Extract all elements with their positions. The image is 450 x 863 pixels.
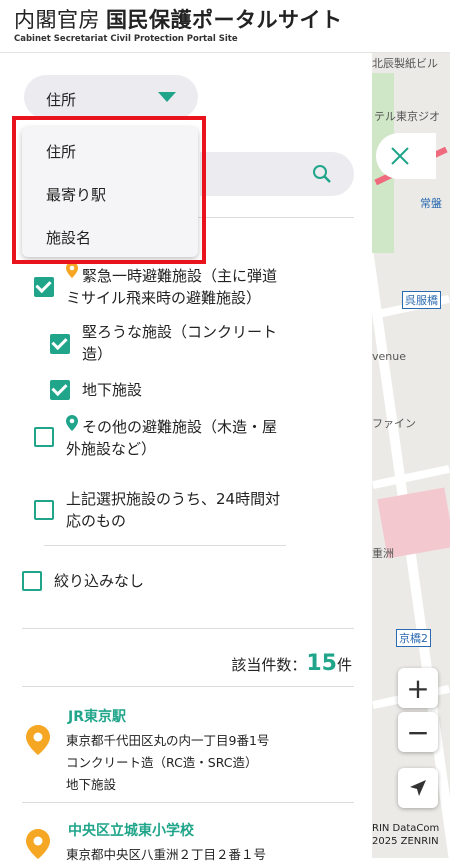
map-close-button[interactable] <box>376 133 436 179</box>
map-copyright: 2025 ZENRIN <box>372 836 439 847</box>
result-name[interactable]: JR東京駅 <box>68 706 126 726</box>
dropdown-arrow-icon <box>158 92 176 102</box>
result-count: 該当件数：15件 <box>231 651 352 676</box>
checkbox-other[interactable] <box>34 427 54 447</box>
result-address: 東京都中央区八重洲２丁目２番１号 <box>66 847 267 862</box>
title-prefix: 内閣官房 <box>14 8 100 32</box>
plus-icon: + <box>406 671 430 705</box>
label-no-filter: 絞り込みなし <box>54 572 145 590</box>
result-name[interactable]: 中央区立城東小学校 <box>68 820 194 840</box>
map-label: 北辰製紙ビル <box>372 57 438 70</box>
site-subtitle: Cabinet Secretariat Civil Protection Por… <box>14 34 238 44</box>
site-title[interactable]: 内閣官房 国民保護ポータルサイト <box>14 4 343 34</box>
map-label: 呉服橋 <box>402 291 441 309</box>
search-type-select[interactable]: 住所 <box>24 75 198 119</box>
checkbox-no-filter[interactable] <box>22 571 42 591</box>
result-structure: コンクリート造（RC造・SRC造） <box>66 755 258 770</box>
site-header: 内閣官房 国民保護ポータルサイト Cabinet Secretariat Civi… <box>0 0 450 53</box>
location-arrow-icon <box>410 780 426 796</box>
map-label: テル東京ジオ <box>374 110 440 123</box>
label-24h-2: 応のもの <box>66 512 127 530</box>
divider <box>22 686 354 687</box>
divider <box>22 802 354 803</box>
result-type: 地下施設 <box>66 777 117 792</box>
divider <box>22 628 354 629</box>
title-main: 国民保護ポータルサイト <box>106 8 343 32</box>
map-label: 重洲 <box>372 547 394 560</box>
label-sturdy-2: 造） <box>82 345 113 363</box>
pin-green-icon <box>66 415 78 431</box>
label-emergency-1: 緊急一時避難施設（主に弾道 <box>82 267 278 285</box>
label-sturdy-1: 堅ろうな施設（コンクリート <box>82 323 278 341</box>
result-count-label: 該当件数： <box>231 656 307 674</box>
label-other-2: 外施設など） <box>66 440 157 458</box>
checkbox-sturdy[interactable] <box>50 334 70 354</box>
map-label: 京橋2 <box>396 629 431 647</box>
search-panel: 住所 緊急一時避難施設（主に弾道 ミサイル飛来時の避難施設） 堅ろうな施設（コン… <box>0 53 372 862</box>
pin-orange-icon <box>66 262 78 278</box>
map-copyright: RIN DataCom <box>372 823 440 834</box>
search-type-value: 住所 <box>46 91 77 109</box>
map-street <box>372 464 450 490</box>
checkbox-underground[interactable] <box>50 380 70 400</box>
highlight-box <box>12 116 206 264</box>
minus-icon: − <box>406 715 430 749</box>
checkbox-24h[interactable] <box>34 500 54 520</box>
result-count-number: 15 <box>306 651 337 676</box>
label-emergency-2: ミサイル飛来時の避難施設） <box>66 289 262 307</box>
locate-button[interactable] <box>398 768 438 808</box>
zoom-in-button[interactable]: + <box>398 668 438 708</box>
search-input[interactable] <box>200 152 354 196</box>
pin-orange-icon <box>26 829 50 859</box>
map-label: ファイン <box>372 417 416 430</box>
label-underground: 地下施設 <box>82 381 143 399</box>
result-count-unit: 件 <box>336 656 352 674</box>
result-address: 東京都千代田区丸の内一丁目9番1号 <box>66 733 270 748</box>
pin-orange-icon <box>26 725 50 755</box>
map-label: venue <box>372 350 406 363</box>
map-label: 常盤 <box>420 197 442 210</box>
divider <box>44 545 286 546</box>
label-24h-1: 上記選択施設のうち、24時間対 <box>66 490 281 508</box>
label-other-1: その他の避難施設（木造・屋 <box>82 418 278 436</box>
close-icon <box>391 147 409 165</box>
zoom-out-button[interactable]: − <box>398 712 438 752</box>
checkbox-emergency[interactable] <box>34 277 54 297</box>
search-icon[interactable] <box>312 164 332 184</box>
